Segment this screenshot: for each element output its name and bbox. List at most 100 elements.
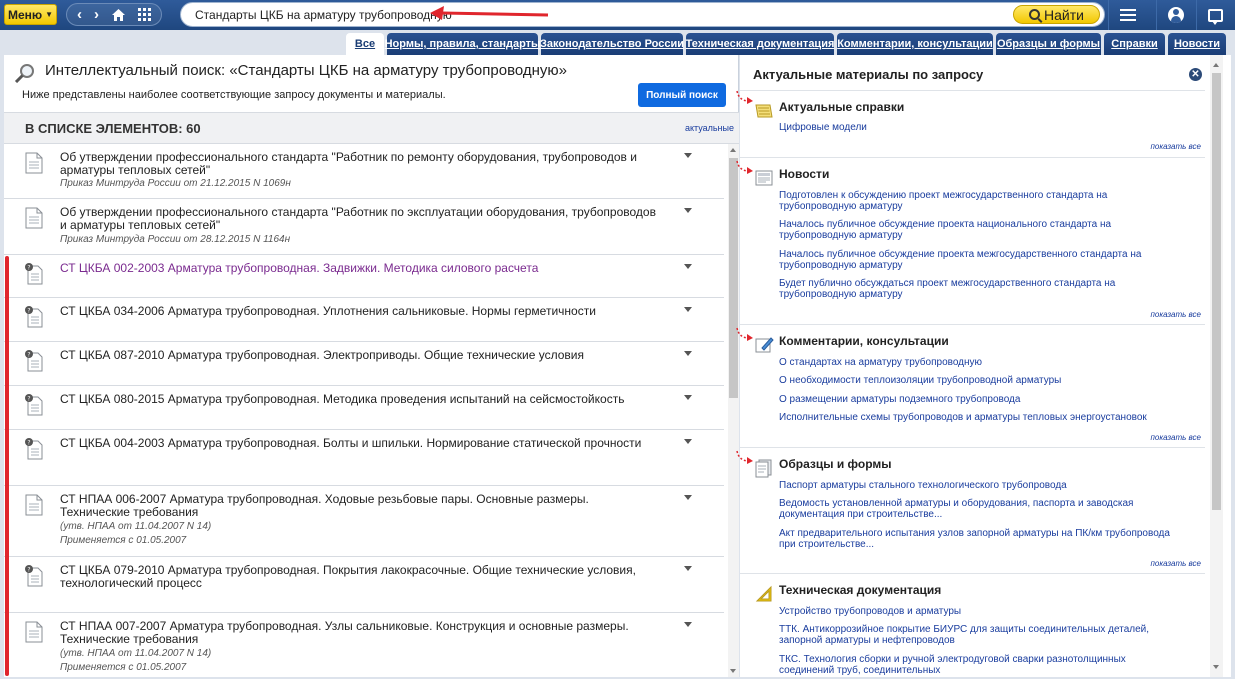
section-references: Актуальные справки Цифровые модели показ… (736, 90, 1205, 157)
svg-text:?: ? (27, 352, 30, 359)
top-toolbar: Меню ▼ ‹ › Найти (0, 0, 1235, 30)
section-link[interactable]: ТТК. Антикоррозийное покрытие БИУРС для … (779, 624, 1179, 646)
chevron-down-icon[interactable] (684, 439, 692, 444)
results-list: Об утверждении профессионального стандар… (4, 144, 724, 677)
show-all-link[interactable]: показать все (1150, 433, 1201, 442)
navigation-group: ‹ › (66, 3, 162, 26)
list-item[interactable]: Об утверждении профессионального стандар… (4, 199, 724, 255)
section-link[interactable]: Исполнительные схемы трубопроводов и арм… (779, 412, 1179, 423)
item-title[interactable]: СТ ЦКБА 002-2003 Арматура трубопроводная… (60, 262, 660, 275)
list-item[interactable]: ? СТ ЦКБА 087-2010 Арматура трубопроводн… (4, 342, 724, 386)
list-item[interactable]: ? СТ ЦКБА 080-2015 Арматура трубопроводн… (4, 386, 724, 430)
menu-button[interactable]: Меню ▼ (4, 4, 57, 25)
item-title[interactable]: СТ ЦКБА 087-2010 Арматура трубопроводная… (60, 349, 660, 362)
unknown-status-document-icon: ? (25, 350, 43, 372)
section-link[interactable]: О размещении арматуры подземного трубопр… (779, 394, 1179, 405)
chevron-down-icon[interactable] (684, 351, 692, 356)
results-header: Интеллектуальный поиск: «Стандарты ЦКБ н… (4, 55, 739, 112)
section-title: Актуальные справки (779, 100, 905, 114)
tab-references[interactable]: Справки (1104, 33, 1165, 55)
section-link[interactable]: Будет публично обсуждаться проект межгос… (779, 278, 1179, 300)
item-title[interactable]: СТ ЦКБА 004-2003 Арматура трубопроводная… (60, 437, 660, 450)
section-comments: Комментарии, консультации О стандартах н… (736, 324, 1205, 447)
list-item[interactable]: ? СТ ЦКБА 002-2003 Арматура трубопроводн… (4, 255, 724, 298)
list-item[interactable]: СТ НПАА 006-2007 Арматура трубопроводная… (4, 486, 724, 557)
section-link[interactable]: Началось публичное обсуждение проекта на… (779, 219, 1179, 241)
document-icon (25, 621, 43, 643)
show-all-link[interactable]: показать все (1150, 310, 1201, 319)
tab-forms[interactable]: Образцы и формы (996, 33, 1101, 55)
item-title[interactable]: Об утверждении профессионального стандар… (60, 206, 660, 232)
section-link[interactable]: О стандартах на арматуру трубопроводную (779, 357, 1179, 368)
item-title[interactable]: СТ ЦКБА 080-2015 Арматура трубопроводная… (60, 393, 660, 406)
item-title[interactable]: СТ ЦКБА 034-2006 Арматура трубопроводная… (60, 305, 660, 318)
tab-comments[interactable]: Комментарии, консультации (837, 33, 993, 55)
section-news: Новости Подготовлен к обсуждению проект … (736, 157, 1205, 324)
home-icon[interactable] (111, 8, 126, 22)
document-icon (25, 207, 43, 229)
menu-button-label: Меню (7, 7, 43, 22)
section-link[interactable]: Подготовлен к обсуждению проект межгосуд… (779, 190, 1179, 212)
section-link[interactable]: Цифровые модели (779, 122, 1179, 133)
results-scrollbar[interactable] (728, 144, 739, 677)
feedback-chat-icon[interactable] (1196, 0, 1234, 30)
chevron-down-icon[interactable] (684, 566, 692, 571)
list-item[interactable]: Об утверждении профессионального стандар… (4, 144, 724, 199)
item-title[interactable]: СТ ЦКБА 079-2010 Арматура трубопроводная… (60, 564, 660, 590)
tech-doc-icon (755, 585, 772, 602)
scroll-up-icon[interactable] (1213, 63, 1219, 67)
tab-legislation[interactable]: Законодательство России (540, 33, 684, 55)
tab-tech-docs[interactable]: Техническая документация (686, 33, 834, 55)
section-link[interactable]: Ведомость установленной арматуры и обору… (779, 498, 1179, 520)
section-link[interactable]: Началось публичное обсуждение проекта ме… (779, 249, 1179, 271)
chevron-down-icon[interactable] (684, 495, 692, 500)
reference-icon (755, 104, 773, 118)
tab-norms[interactable]: Нормы, правила, стандарты (385, 33, 540, 55)
actual-link[interactable]: актуальные (685, 123, 734, 133)
caret-down-icon: ▼ (45, 10, 54, 19)
list-item[interactable]: ? СТ ЦКБА 034-2006 Арматура трубопроводн… (4, 298, 724, 342)
scroll-up-icon[interactable] (730, 148, 736, 152)
list-item[interactable]: ? СТ ЦКБА 079-2010 Арматура трубопроводн… (4, 557, 724, 613)
show-all-link[interactable]: показать все (1150, 142, 1201, 151)
comment-icon (755, 337, 774, 353)
scroll-down-icon[interactable] (730, 669, 736, 673)
section-tech-docs: Техническая документация Устройство труб… (740, 573, 1205, 677)
scroll-down-icon[interactable] (1213, 665, 1219, 669)
hamburger-menu-icon[interactable] (1108, 0, 1146, 30)
show-all-link[interactable]: показать все (1150, 559, 1201, 568)
panel-scrollbar[interactable] (1210, 55, 1223, 677)
item-meta: Приказ Минтруда России от 21.12.2015 N 1… (60, 178, 291, 189)
chevron-down-icon[interactable] (684, 264, 692, 269)
chevron-down-icon[interactable] (684, 395, 692, 400)
item-title[interactable]: СТ НПАА 007-2007 Арматура трубопроводная… (60, 620, 660, 646)
section-link[interactable]: Устройство трубопроводов и арматуры (779, 606, 1179, 617)
svg-text:?: ? (27, 265, 30, 272)
unknown-status-document-icon: ? (25, 565, 43, 587)
item-title[interactable]: СТ НПАА 006-2007 Арматура трубопроводная… (60, 493, 660, 519)
section-link[interactable]: О необходимости теплоизоляции трубопрово… (779, 375, 1179, 386)
tab-all[interactable]: Все (346, 33, 384, 55)
find-button[interactable]: Найти (1013, 5, 1100, 24)
grid-icon[interactable] (138, 8, 151, 21)
section-link[interactable]: Акт предварительного испытания узлов зап… (779, 528, 1179, 550)
search-bar: Найти (180, 2, 1105, 27)
section-link[interactable]: Паспорт арматуры стального технологическ… (779, 480, 1179, 491)
full-search-button[interactable]: Полный поиск (638, 83, 726, 107)
chevron-down-icon[interactable] (684, 622, 692, 627)
chevron-down-icon[interactable] (684, 208, 692, 213)
tab-news[interactable]: Новости (1168, 33, 1226, 55)
section-link[interactable]: ТКС. Технология сборки и ручной электрод… (779, 654, 1179, 676)
user-profile-icon[interactable] (1156, 0, 1194, 30)
section-title: Комментарии, консультации (779, 334, 949, 348)
close-icon[interactable]: ✕ (1189, 68, 1202, 81)
item-title[interactable]: Об утверждении профессионального стандар… (60, 151, 660, 177)
chevron-down-icon[interactable] (684, 307, 692, 312)
list-item[interactable]: СТ НПАА 007-2007 Арматура трубопроводная… (4, 613, 724, 677)
back-icon[interactable]: ‹ (77, 7, 82, 22)
scrollbar-thumb[interactable] (729, 158, 738, 398)
forward-icon[interactable]: › (94, 7, 99, 22)
list-item[interactable]: ? СТ ЦКБА 004-2003 Арматура трубопроводн… (4, 430, 724, 486)
scrollbar-thumb[interactable] (1212, 73, 1221, 510)
chevron-down-icon[interactable] (684, 153, 692, 158)
